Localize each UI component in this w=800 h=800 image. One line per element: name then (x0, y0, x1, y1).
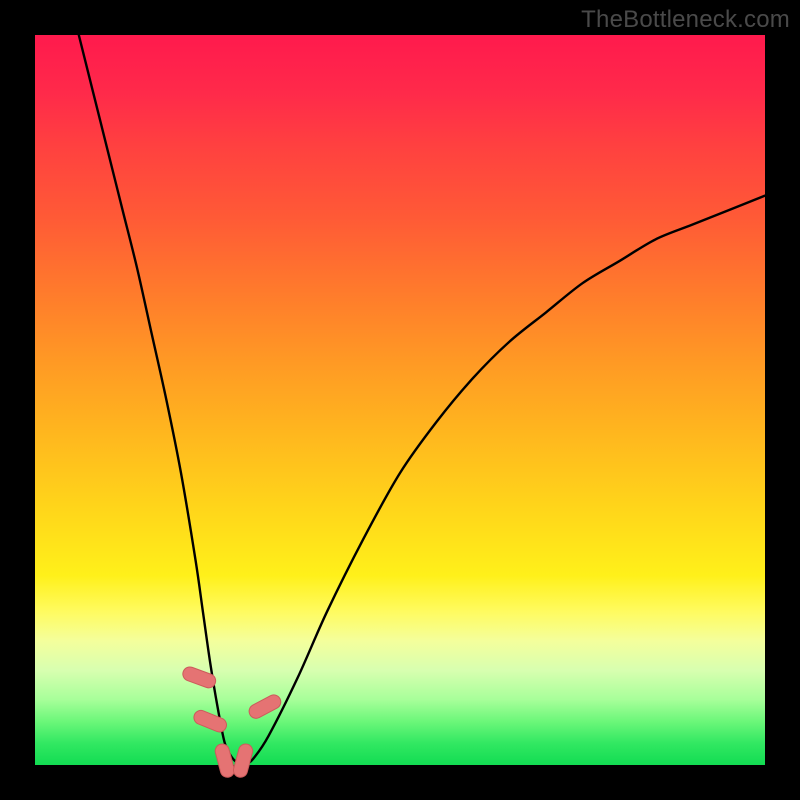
plot-area (35, 35, 765, 765)
bottleneck-curve (79, 35, 765, 764)
curve-svg (35, 35, 765, 765)
watermark-text: TheBottleneck.com (581, 6, 790, 34)
curve-marker (214, 742, 236, 778)
chart-frame: TheBottleneck.com (0, 0, 800, 800)
curve-markers (181, 665, 283, 779)
curve-marker (192, 708, 229, 734)
